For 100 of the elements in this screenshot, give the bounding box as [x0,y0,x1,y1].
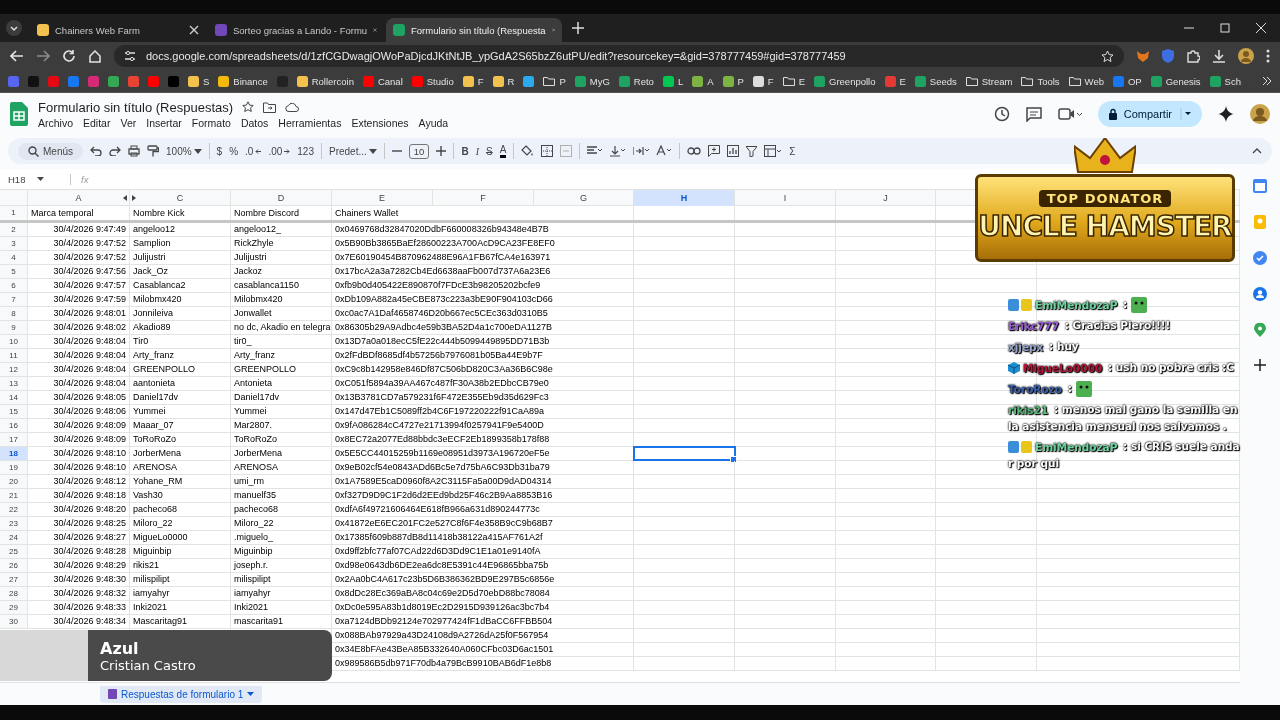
row-number[interactable]: 21 [0,489,28,502]
column-header[interactable]: E [332,190,433,206]
align-left-icon[interactable] [587,146,604,156]
sparkle-icon[interactable] [1218,106,1234,122]
browser-tab[interactable]: Sorteo gracias a Lando - Formu [208,18,384,42]
menu-search-field[interactable]: Menús [18,142,83,160]
browser-tab[interactable]: Chainers Web Farm [30,18,206,42]
row-number[interactable]: 1 [0,206,28,220]
bookmark[interactable]: S [188,75,210,87]
tasks-icon[interactable] [1253,251,1267,265]
row-number[interactable]: 23 [0,517,28,530]
currency-format-button[interactable]: $ [216,145,223,157]
menu-item[interactable]: Formato [191,116,231,129]
row-number[interactable]: 25 [0,545,28,558]
tab-list-icon[interactable] [6,20,22,36]
functions-button[interactable]: Σ [789,145,796,157]
merge-cells-icon[interactable] [560,145,573,157]
column-header[interactable]: I [735,190,836,206]
column-header[interactable]: A [28,190,130,206]
bookmark[interactable]: A [692,75,714,87]
bookmark[interactable]: Rollercoin [296,75,354,87]
row-number[interactable]: 27 [0,573,28,586]
italic-button[interactable]: I [475,145,479,157]
maps-pin-icon[interactable] [1254,323,1266,337]
cloud-icon[interactable] [285,102,300,112]
account-avatar-icon[interactable] [1250,104,1270,124]
bookmark[interactable]: P [722,75,744,87]
bookmark[interactable]: Seeds [914,75,957,87]
bookmark[interactable]: MyG [574,75,610,87]
menu-item[interactable]: Herramientas [278,116,342,129]
menu-item[interactable]: Datos [240,116,269,129]
menu-item[interactable]: Insertar [146,116,182,129]
bookmark[interactable]: Web [1068,75,1104,87]
row-number[interactable]: 5 [0,265,28,278]
menu-item[interactable]: Archivo [38,116,73,129]
contacts-icon[interactable] [1253,287,1267,301]
row-number[interactable]: 22 [0,503,28,516]
row-number[interactable]: 24 [0,531,28,544]
vertical-align-icon[interactable] [610,145,627,157]
menu-item[interactable]: Editar [83,116,111,129]
text-rotation-icon[interactable] [656,145,673,157]
puzzle-icon[interactable] [1186,49,1200,63]
bookmark[interactable] [108,75,119,87]
more-bookmarks-icon[interactable] [1262,76,1272,86]
sheets-logo-icon[interactable] [10,102,28,126]
star-icon[interactable] [242,101,255,113]
bookmark[interactable]: Sch [1209,75,1241,87]
row-number[interactable]: 29 [0,601,28,614]
row-number[interactable]: 16 [0,419,28,432]
fill-handle[interactable] [730,456,737,463]
comment-icon[interactable] [1025,106,1042,122]
row-number[interactable]: 30 [0,615,28,628]
document-title[interactable]: Formulario sin título (Respuestas) [38,99,234,115]
row-number[interactable]: 9 [0,321,28,334]
bookmark[interactable]: P [543,75,566,87]
zoom-dropdown[interactable]: 100% [166,145,202,157]
row-number[interactable]: 26 [0,559,28,572]
reload-icon[interactable] [62,49,76,63]
plus-icon[interactable] [436,146,447,156]
bookmark[interactable]: R [492,75,515,87]
font-dropdown[interactable]: Predet... [329,145,377,157]
menu-item[interactable]: Extensiones [351,116,409,129]
strikethrough-button[interactable]: S [485,145,493,157]
bookmark[interactable] [128,75,139,87]
close-icon[interactable] [189,25,199,35]
row-number[interactable]: 12 [0,363,28,376]
bookmark[interactable]: Stream [965,75,1013,87]
bookmark-star-icon[interactable] [1101,49,1114,63]
decrease-decimals-button[interactable]: .0 [245,145,262,157]
row-number[interactable]: 14 [0,391,28,404]
bookmark[interactable] [523,75,535,87]
selected-cell[interactable] [634,447,735,460]
row-number[interactable]: 10 [0,335,28,348]
row-number[interactable]: 8 [0,307,28,320]
menu-item[interactable]: Ayuda [418,116,449,129]
video-call-icon[interactable] [1057,108,1082,120]
bookmark[interactable]: Studio [411,75,454,87]
bookmark[interactable]: Genesis [1150,75,1201,87]
redo-icon[interactable] [109,146,121,156]
home-icon[interactable] [88,49,102,63]
kebab-menu-icon[interactable] [1266,49,1270,63]
paint-format-icon[interactable] [147,145,159,157]
close-icon[interactable] [1256,23,1266,33]
column-header[interactable]: C [130,190,231,206]
filter-views-icon[interactable] [764,145,783,157]
bookmark[interactable]: Tools [1021,75,1060,87]
bookmark[interactable]: Greenpollo [814,75,876,87]
download-icon[interactable] [1212,49,1226,63]
bold-button[interactable]: B [461,145,469,157]
row-number[interactable]: 17 [0,433,28,446]
row-number[interactable]: 19 [0,461,28,474]
column-header[interactable]: F [433,190,534,206]
share-button[interactable]: Compartir [1097,101,1202,127]
font-size-field[interactable]: 10 [408,143,430,159]
column-header[interactable]: H [634,190,735,206]
row-number[interactable]: 2 [0,223,28,236]
row-number[interactable]: 4 [0,251,28,264]
bookmark[interactable]: L [662,75,684,87]
add-comment-icon[interactable] [708,145,721,157]
name-box[interactable]: H18 [8,173,71,185]
